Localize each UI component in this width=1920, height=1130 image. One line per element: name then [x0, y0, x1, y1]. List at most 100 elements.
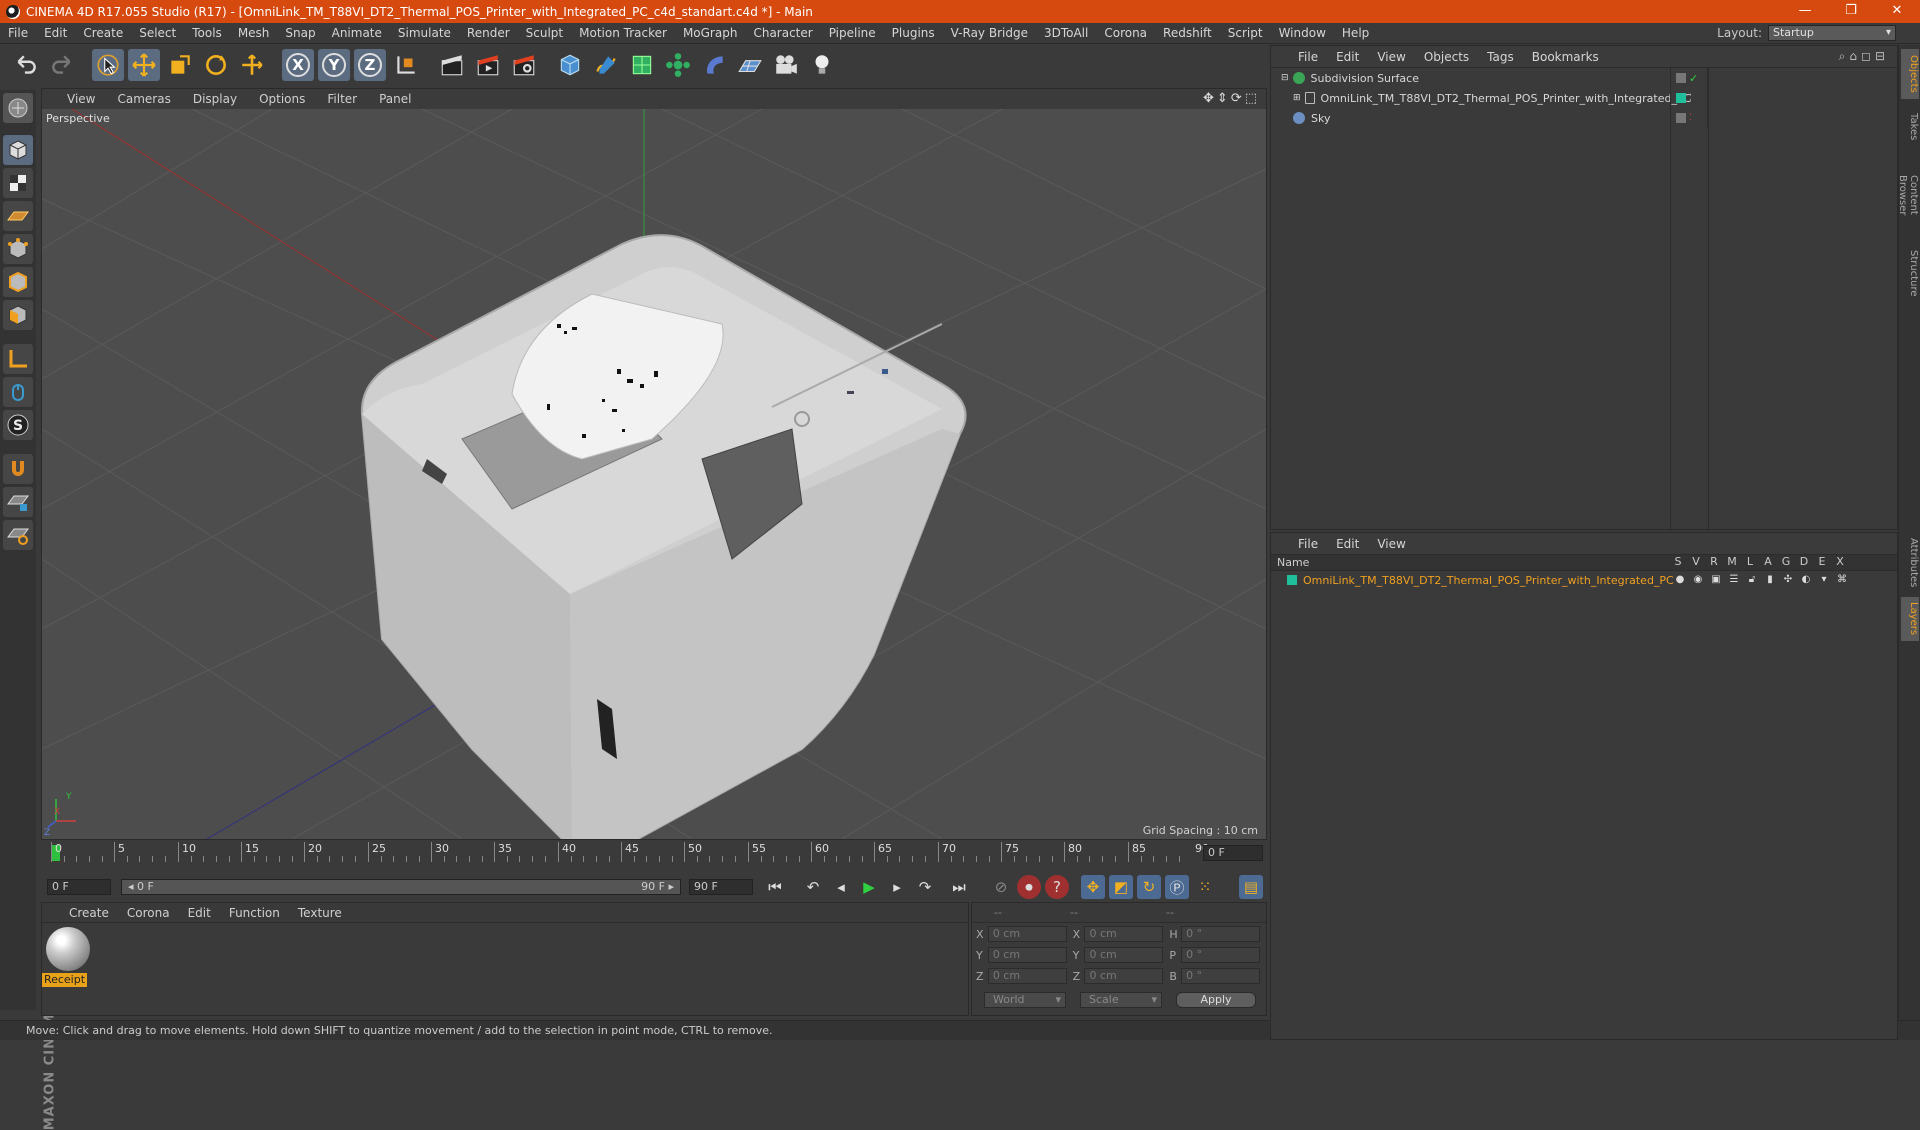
menu-tools[interactable]: Tools [184, 26, 230, 40]
previous-frame-button[interactable]: ◂ [829, 875, 853, 899]
viewport-menu-display[interactable]: Display [182, 92, 248, 106]
points-mode-button[interactable] [3, 234, 33, 264]
viewport-menu-filter[interactable]: Filter [316, 92, 368, 106]
menu-edit[interactable]: Edit [36, 26, 75, 40]
record-keys-button[interactable]: ⏺ [1017, 875, 1041, 899]
objects-menu-objects[interactable]: Objects [1415, 50, 1478, 64]
record-scale-button[interactable]: ◩ [1109, 875, 1133, 899]
position-x-field[interactable]: 0 cm [987, 926, 1067, 942]
size-x-field[interactable]: 0 cm [1084, 926, 1164, 942]
render-settings-button[interactable] [508, 49, 540, 81]
z-axis-toggle[interactable]: Z [354, 49, 386, 81]
make-editable-button[interactable] [3, 93, 33, 123]
layers-menu-view[interactable]: View [1368, 537, 1414, 551]
goto-end-button[interactable]: ⏭ [947, 875, 971, 899]
cube-object-button[interactable] [554, 49, 586, 81]
start-frame-field[interactable]: 0 F [47, 879, 111, 895]
undo-button[interactable] [10, 49, 42, 81]
visibility-dots-icon[interactable]: ⁚ [1689, 113, 1692, 123]
locked-header[interactable]: L [1741, 555, 1759, 568]
material-menu-create[interactable]: Create [60, 906, 118, 920]
polygons-mode-button[interactable] [3, 300, 33, 330]
end-frame-field[interactable]: 90 F [689, 879, 753, 895]
rotation-h-field[interactable]: 0 ° [1181, 926, 1261, 942]
current-frame-field[interactable]: 0 F [1203, 845, 1263, 861]
layout-dropdown[interactable]: Startup [1768, 25, 1896, 41]
cloner-button[interactable] [662, 49, 694, 81]
tab-content-browser[interactable]: Content Browser [1897, 150, 1919, 240]
tab-layers[interactable]: Layers [1901, 597, 1919, 641]
deformer-icon[interactable]: ◐ [1797, 574, 1815, 585]
generator-icon[interactable]: ✣ [1779, 574, 1797, 585]
expression-icon[interactable]: ▾ [1815, 574, 1833, 585]
restore-button[interactable]: ❐ [1828, 0, 1874, 23]
object-row-subdivision-surface[interactable]: ⊟ Subdivision Surface ✓ [1271, 68, 1897, 88]
rotation-p-field[interactable]: 0 ° [1181, 947, 1261, 963]
menu-render[interactable]: Render [459, 26, 518, 40]
timeline[interactable]: 0 5 10 15 20 25 30 35 40 45 50 55 60 65 70 75 80 85 90 0 F [41, 840, 1267, 872]
snap-button[interactable]: S [3, 410, 33, 440]
viewport-navigation-icons[interactable]: ✥⇕⟳⬚ [1203, 91, 1260, 106]
menu-snap[interactable]: Snap [277, 26, 323, 40]
record-parameter-button[interactable]: Ⓟ [1165, 875, 1189, 899]
material-menu-edit[interactable]: Edit [179, 906, 220, 920]
render-to-picture-viewer-button[interactable] [472, 49, 504, 81]
timeline-window-button[interactable]: ▤ [1239, 875, 1263, 899]
transform-tool-button[interactable] [236, 49, 268, 81]
render-header[interactable]: R [1705, 555, 1723, 568]
size-y-field[interactable]: 0 cm [1084, 947, 1164, 963]
move-tool-button[interactable] [128, 49, 160, 81]
y-axis-toggle[interactable]: Y [318, 49, 350, 81]
tab-takes[interactable]: Takes [1901, 107, 1919, 147]
animation-header[interactable]: A [1759, 555, 1777, 568]
live-selection-button[interactable] [92, 49, 124, 81]
tab-structure[interactable]: Structure [1901, 243, 1919, 303]
deformers-header[interactable]: D [1795, 555, 1813, 568]
magnet-button[interactable] [3, 454, 33, 484]
scale-tool-button[interactable] [164, 49, 196, 81]
deformer-button[interactable] [698, 49, 730, 81]
play-button[interactable]: ▶ [857, 875, 881, 899]
animation-film-icon[interactable]: ▮ [1761, 574, 1779, 585]
axis-mode-button[interactable] [3, 344, 33, 374]
goto-previous-key-button[interactable]: ↶ [801, 875, 825, 899]
viewport-panel[interactable]: View Cameras Display Options Filter Pane… [41, 88, 1267, 840]
menu-plugins[interactable]: Plugins [884, 26, 943, 40]
rotation-b-field[interactable]: 0 ° [1181, 968, 1261, 984]
next-frame-button[interactable]: ▸ [885, 875, 909, 899]
menu-simulate[interactable]: Simulate [390, 26, 459, 40]
menu-corona[interactable]: Corona [1096, 26, 1155, 40]
xrefs-header[interactable]: X [1831, 555, 1849, 568]
enabled-check-icon[interactable]: ✓ [1689, 72, 1698, 85]
light-button[interactable] [806, 49, 838, 81]
menu-create[interactable]: Create [75, 26, 131, 40]
menu-mesh[interactable]: Mesh [230, 26, 278, 40]
menu-animate[interactable]: Animate [324, 26, 390, 40]
layer-swatch-icon[interactable] [1676, 113, 1686, 123]
coordinate-system-button[interactable] [390, 49, 422, 81]
manager-list-icon[interactable]: ☰ [1725, 574, 1743, 585]
record-point-level-button[interactable]: ⁙ [1193, 875, 1217, 899]
spline-pen-button[interactable] [590, 49, 622, 81]
menu-select[interactable]: Select [131, 26, 184, 40]
apply-button[interactable]: Apply [1176, 992, 1256, 1008]
size-mode-dropdown[interactable]: Scale [1080, 992, 1162, 1008]
autokey-button[interactable]: ? [1045, 875, 1069, 899]
record-position-button[interactable]: ✥ [1081, 875, 1105, 899]
motion-record-button[interactable]: ⊘ [989, 875, 1013, 899]
render-clapboard-icon[interactable]: ▣ [1707, 574, 1725, 585]
material-menu-texture[interactable]: Texture [289, 906, 351, 920]
objects-menu-tags[interactable]: Tags [1478, 50, 1523, 64]
object-row-printer[interactable]: ⊞ OmniLink_TM_T88VI_DT2_Thermal_POS_Prin… [1271, 88, 1897, 108]
menu-mograph[interactable]: MoGraph [675, 26, 746, 40]
material-preview-sphere[interactable] [46, 927, 90, 971]
objects-menu-view[interactable]: View [1368, 50, 1414, 64]
menu-window[interactable]: Window [1271, 26, 1334, 40]
viewport-menu-options[interactable]: Options [248, 92, 316, 106]
menu-file[interactable]: File [0, 26, 36, 40]
generators-header[interactable]: G [1777, 555, 1795, 568]
eye-icon[interactable]: ◉ [1689, 574, 1707, 585]
x-axis-toggle[interactable]: X [282, 49, 314, 81]
object-manager-search-icons[interactable]: ⌕⌂◻⊟ [1839, 49, 1889, 64]
manager-header[interactable]: M [1723, 555, 1741, 568]
